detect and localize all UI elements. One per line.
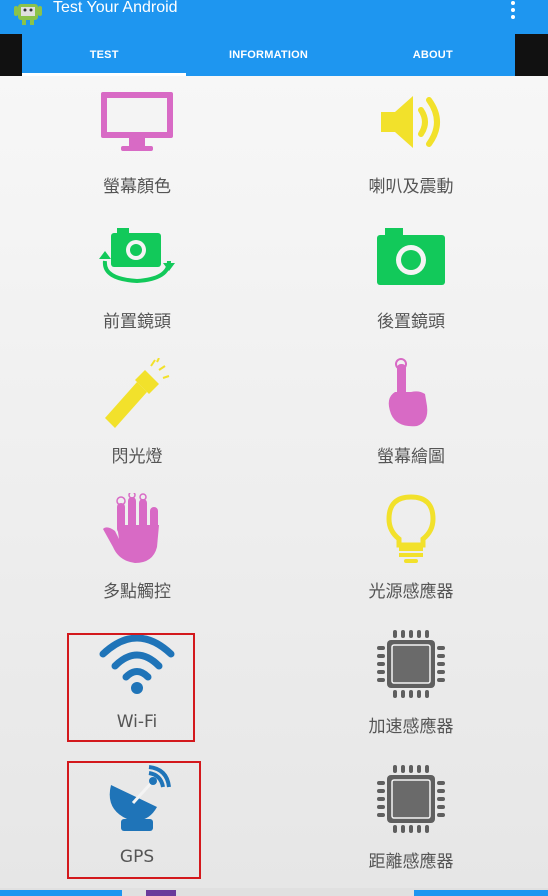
test-item-front-camera[interactable]: 前置鏡頭 (0, 211, 274, 346)
test-item-label: 光源感應器 (368, 582, 454, 602)
android-robot-icon (14, 4, 42, 25)
chip-icon (377, 765, 445, 833)
test-item-label: 螢幕繪圖 (377, 447, 445, 467)
tab-bar-container: TEST INFORMATION ABOUT (0, 34, 548, 76)
tab-about[interactable]: ABOUT (351, 34, 515, 76)
test-grid: 螢幕顏色 喇叭及震動 前置鏡頭 後置鏡頭 閃光燈 螢幕繪圖 多點觸控 光源感應器… (0, 76, 548, 896)
multi-touch-hand-icon (103, 493, 159, 563)
finger-touch-icon (388, 358, 428, 427)
rear-camera-icon (377, 228, 445, 285)
test-item-light-sensor[interactable]: 光源感應器 (274, 481, 548, 616)
monitor-icon (101, 92, 173, 151)
flashlight-icon (105, 358, 170, 428)
light-bulb-icon (386, 494, 436, 563)
test-item-screen-draw[interactable]: 螢幕繪圖 (274, 346, 548, 481)
tab-information[interactable]: INFORMATION (186, 34, 350, 76)
test-item-label: 喇叭及震動 (368, 177, 454, 197)
test-item-label: 距離感應器 (368, 852, 454, 872)
test-item-multi-touch[interactable]: 多點觸控 (0, 481, 274, 616)
test-item-accelerometer[interactable]: 加速感應器 (274, 616, 548, 751)
test-item-label: 加速感應器 (368, 717, 454, 737)
test-item-label: 後置鏡頭 (377, 312, 445, 332)
test-item-rear-camera[interactable]: 後置鏡頭 (274, 211, 548, 346)
test-item-proximity-sensor[interactable]: 距離感應器 (274, 751, 548, 886)
tab-bar: TEST INFORMATION ABOUT (22, 34, 515, 76)
test-item-screen-color[interactable]: 螢幕顏色 (0, 76, 274, 211)
test-item-label: 前置鏡頭 (103, 312, 171, 332)
test-item-label: 螢幕顏色 (103, 177, 171, 197)
gps-highlight-box (67, 761, 201, 879)
test-item-flashlight[interactable]: 閃光燈 (0, 346, 274, 481)
speaker-icon (381, 96, 440, 148)
wifi-highlight-box (67, 633, 195, 742)
test-item-speaker[interactable]: 喇叭及震動 (274, 76, 548, 211)
chip-icon (377, 630, 445, 698)
app-bar: Test Your Android (0, 0, 548, 34)
bottom-edge (0, 888, 548, 896)
tab-test[interactable]: TEST (22, 34, 187, 76)
front-camera-icon (99, 228, 175, 284)
app-title: Test Your Android (53, 0, 178, 16)
test-item-label: 閃光燈 (111, 447, 163, 467)
test-item-label: 多點觸控 (103, 582, 171, 602)
overflow-menu-icon[interactable] (506, 0, 520, 20)
